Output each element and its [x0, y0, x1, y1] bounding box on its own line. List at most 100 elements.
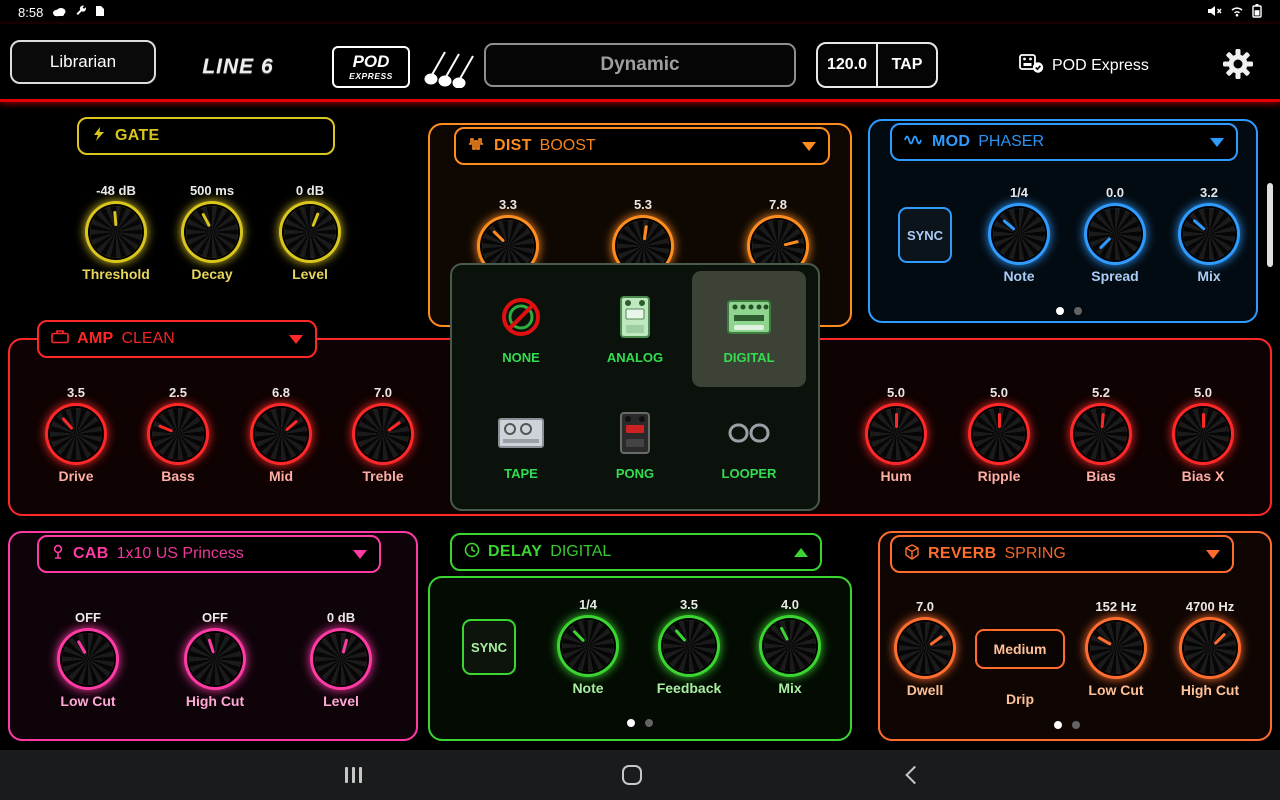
- knob-dial[interactable]: [562, 620, 614, 672]
- page-dot[interactable]: [645, 719, 653, 727]
- knob-level[interactable]: 0 dB Level: [267, 183, 353, 282]
- reverb-header[interactable]: REVERB SPRING: [890, 535, 1234, 573]
- gate-header[interactable]: GATE: [77, 117, 335, 155]
- knob-dial[interactable]: [255, 408, 307, 460]
- knob-level[interactable]: 0 dB Level: [298, 610, 384, 709]
- block-model: PHASER: [978, 133, 1044, 151]
- delay-model-pong[interactable]: PONG: [578, 387, 692, 503]
- knob-low-cut[interactable]: 152 Hz Low Cut: [1073, 599, 1159, 698]
- knob-pointer: [982, 197, 1055, 270]
- knob-dial[interactable]: [1184, 622, 1236, 674]
- model-label: PONG: [616, 466, 654, 481]
- knob-treble[interactable]: 7.0 Treble: [340, 385, 426, 484]
- knob-pointer: [1172, 197, 1245, 270]
- knob-label: Low Cut: [1073, 682, 1159, 698]
- knob-dial[interactable]: [870, 408, 922, 460]
- recents-icon: [345, 767, 348, 783]
- page-dot[interactable]: [1054, 721, 1062, 729]
- mute-icon: [1207, 5, 1222, 20]
- knob-mid[interactable]: 6.8 Mid: [238, 385, 324, 484]
- page-dot[interactable]: [1056, 307, 1064, 315]
- knob-dial[interactable]: [1183, 208, 1235, 260]
- knob-mix[interactable]: 4.0 Mix: [747, 597, 833, 696]
- knob-feedback[interactable]: 3.5 Feedback: [646, 597, 732, 696]
- knob-pointer: [309, 627, 373, 691]
- knob-label: Threshold: [73, 266, 159, 282]
- knob-dial[interactable]: [50, 408, 102, 460]
- knob-drive[interactable]: 3.5 Drive: [33, 385, 119, 484]
- delay-header[interactable]: DELAY DIGITAL: [450, 533, 822, 571]
- tempo-control[interactable]: 120.0 TAP: [816, 42, 938, 88]
- preset-selector[interactable]: Dynamic: [484, 43, 796, 87]
- tap-button[interactable]: TAP: [878, 44, 936, 86]
- block-model: SPRING: [1004, 545, 1065, 563]
- dist-header[interactable]: DIST BOOST: [454, 127, 830, 165]
- knob-dial[interactable]: [1075, 408, 1127, 460]
- knob-dial[interactable]: [90, 206, 142, 258]
- knob-dial[interactable]: [189, 633, 241, 685]
- knob-dial[interactable]: [993, 208, 1045, 260]
- gate-block: GATE -48 dB Threshold 500 ms Decay 0 dB …: [55, 113, 340, 313]
- knob-high-cut[interactable]: 4700 Hz High Cut: [1167, 599, 1253, 698]
- knob-label: Bias: [1058, 468, 1144, 484]
- page-dot[interactable]: [627, 719, 635, 727]
- knob-mix[interactable]: 3.2 Mix: [1166, 185, 1252, 284]
- delay-model-none[interactable]: NONE: [464, 271, 578, 387]
- delay-sync-button[interactable]: SYNC: [462, 619, 516, 675]
- bpm-value[interactable]: 120.0: [818, 44, 876, 86]
- mod-page-dots[interactable]: [1056, 307, 1082, 315]
- knob-bias-x[interactable]: 5.0 Bias X: [1160, 385, 1246, 484]
- knob-dwell[interactable]: 7.0 Dwell: [882, 599, 968, 698]
- knob-decay[interactable]: 500 ms Decay: [169, 183, 255, 282]
- knob-dial[interactable]: [663, 620, 715, 672]
- settings-gear-icon[interactable]: [1222, 48, 1254, 85]
- knob-bass[interactable]: 2.5 Bass: [135, 385, 221, 484]
- knob-high-cut[interactable]: OFF High Cut: [172, 610, 258, 709]
- knob-pointer: [177, 197, 247, 267]
- recents-button[interactable]: [345, 767, 362, 783]
- knob-low-cut[interactable]: OFF Low Cut: [45, 610, 131, 709]
- knob-note[interactable]: 1/4 Note: [545, 597, 631, 696]
- delay-model-analog[interactable]: ANALOG: [578, 271, 692, 387]
- scrollbar[interactable]: [1267, 183, 1273, 267]
- knob-spread[interactable]: 0.0 Spread: [1072, 185, 1158, 284]
- knob-hum[interactable]: 5.0 Hum: [853, 385, 939, 484]
- knob-dial[interactable]: [357, 408, 409, 460]
- page-dot[interactable]: [1074, 307, 1082, 315]
- knob-dial[interactable]: [62, 633, 114, 685]
- knob-value: 7.0: [340, 385, 426, 401]
- drip-selector[interactable]: Medium: [975, 629, 1065, 669]
- delay-model-digital[interactable]: DIGITAL: [692, 271, 806, 387]
- knob-threshold[interactable]: -48 dB Threshold: [73, 183, 159, 282]
- pod-logo-text: POD: [353, 53, 390, 70]
- back-button[interactable]: [908, 769, 921, 782]
- mod-sync-button[interactable]: SYNC: [898, 207, 952, 263]
- knob-ripple[interactable]: 5.0 Ripple: [956, 385, 1042, 484]
- reverb-page-dots[interactable]: [1054, 721, 1080, 729]
- knob-dial[interactable]: [186, 206, 238, 258]
- knob-dial[interactable]: [284, 206, 336, 258]
- knob-value: 500 ms: [169, 183, 255, 199]
- pod-logo-subtext: EXPRESS: [349, 72, 393, 81]
- cab-header[interactable]: CAB 1x10 US Princess: [37, 535, 381, 573]
- device-selector[interactable]: POD Express: [1018, 52, 1149, 79]
- knob-dial[interactable]: [315, 633, 367, 685]
- knob-note[interactable]: 1/4 Note: [976, 185, 1062, 284]
- knob-dial[interactable]: [764, 620, 816, 672]
- knob-dial[interactable]: [899, 622, 951, 674]
- knob-dial[interactable]: [973, 408, 1025, 460]
- home-button[interactable]: [622, 765, 642, 785]
- knob-dial[interactable]: [1089, 208, 1141, 260]
- knob-dial[interactable]: [152, 408, 204, 460]
- knob-value: 7.8: [735, 197, 821, 213]
- librarian-button[interactable]: Librarian: [10, 40, 156, 84]
- delay-model-tape[interactable]: TAPE: [464, 387, 578, 503]
- knob-dial[interactable]: [1090, 622, 1142, 674]
- amp-header[interactable]: AMP CLEAN: [37, 320, 317, 358]
- delay-model-looper[interactable]: LOOPER: [692, 387, 806, 503]
- page-dot[interactable]: [1072, 721, 1080, 729]
- mod-header[interactable]: MOD PHASER: [890, 123, 1238, 161]
- delay-page-dots[interactable]: [627, 719, 653, 727]
- knob-bias[interactable]: 5.2 Bias: [1058, 385, 1144, 484]
- knob-dial[interactable]: [1177, 408, 1229, 460]
